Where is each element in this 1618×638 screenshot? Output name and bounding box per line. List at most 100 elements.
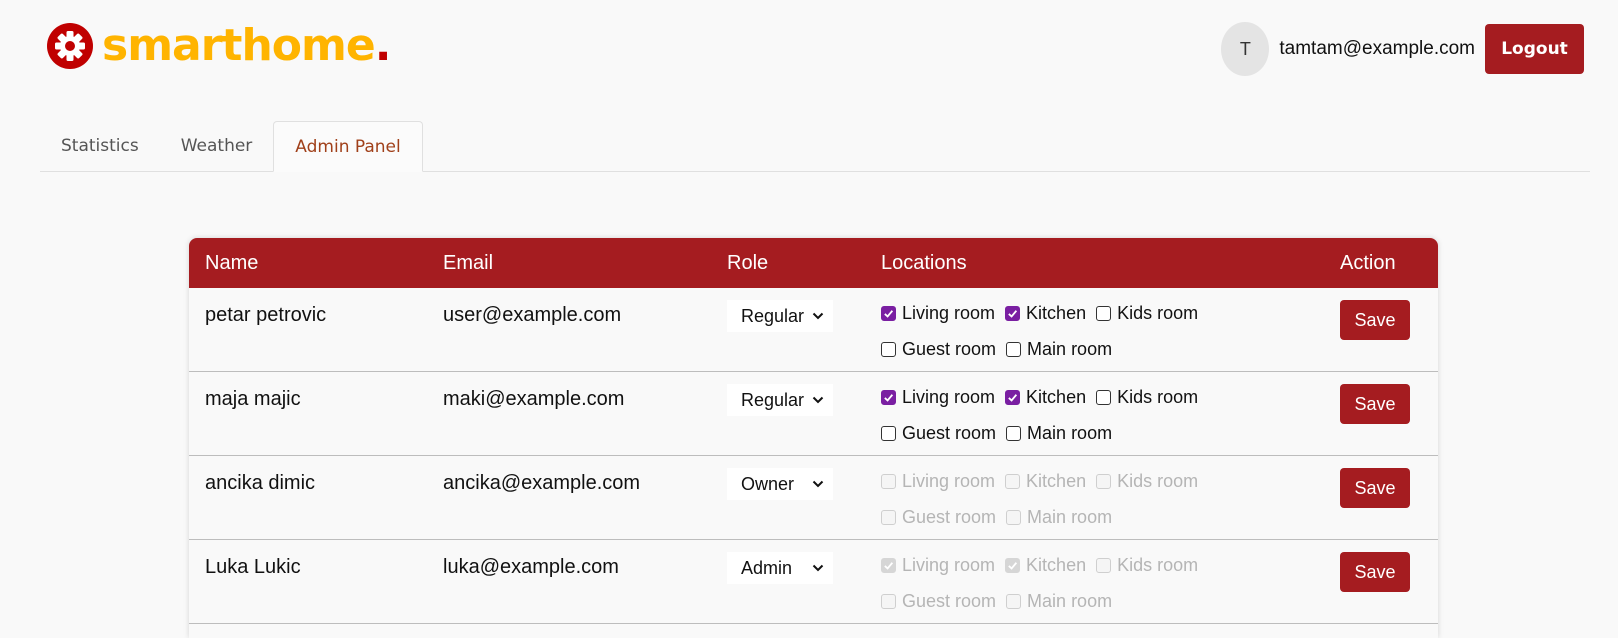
column-header-locations: Locations — [881, 252, 967, 274]
location-checkbox[interactable] — [1006, 509, 1022, 525]
chevron-down-icon — [812, 564, 824, 572]
location-option[interactable]: Main room — [1006, 339, 1112, 360]
tab-weather[interactable]: Weather — [160, 121, 274, 171]
location-option[interactable]: Kids room — [1096, 303, 1198, 324]
save-button[interactable]: Save — [1340, 384, 1410, 424]
user-area: T tamtam@example.com Logout — [1221, 22, 1584, 76]
save-button[interactable]: Save — [1340, 468, 1410, 508]
location-option[interactable]: Living room — [881, 471, 995, 492]
location-label: Living room — [902, 554, 996, 575]
table-row: Luka Lukic luka@example.com Admin Living… — [189, 540, 1438, 624]
tab-bar: Statistics Weather Admin Panel — [40, 121, 1590, 172]
location-option[interactable]: Living room — [881, 555, 995, 576]
role-value: Regular — [741, 389, 805, 410]
role-value: Admin — [741, 557, 793, 578]
location-option[interactable]: Kids room — [1096, 471, 1198, 492]
location-label: Living room — [902, 470, 996, 491]
location-option[interactable]: Kitchen — [1005, 471, 1086, 492]
location-checkbox[interactable] — [1006, 425, 1022, 441]
logo-wordmark: smarthome — [102, 20, 376, 71]
location-option[interactable]: Guest room — [881, 507, 996, 528]
logo-text: smarthome. — [102, 20, 392, 71]
column-header-name: Name — [205, 252, 259, 274]
locations-group: Living room Kitchen Kids room Guest room… — [881, 468, 1321, 540]
location-checkbox[interactable] — [1096, 305, 1112, 321]
location-option[interactable]: Living room — [881, 303, 995, 324]
location-option[interactable]: Main room — [1006, 423, 1112, 444]
role-select[interactable]: Regular — [727, 300, 833, 332]
location-checkbox[interactable] — [881, 557, 896, 573]
gear-icon — [47, 23, 93, 69]
location-label: Guest room — [902, 422, 997, 443]
location-checkbox[interactable] — [881, 389, 896, 405]
location-checkbox[interactable] — [881, 341, 896, 357]
location-option[interactable]: Guest room — [881, 339, 996, 360]
location-checkbox[interactable] — [1096, 473, 1112, 489]
chevron-down-icon — [812, 396, 824, 404]
location-label: Guest room — [902, 506, 997, 527]
location-option[interactable]: Guest room — [881, 423, 996, 444]
location-label: Main room — [1027, 338, 1113, 359]
location-checkbox[interactable] — [1005, 473, 1021, 489]
location-checkbox[interactable] — [881, 509, 896, 525]
header: smarthome. T tamtam@example.com Logout — [0, 0, 1618, 110]
location-option[interactable]: Kitchen — [1005, 387, 1086, 408]
location-label: Guest room — [902, 338, 997, 359]
locations-group: Living room Kitchen Kids room Guest room… — [881, 552, 1321, 624]
location-checkbox[interactable] — [1005, 389, 1021, 405]
location-option[interactable]: Kitchen — [1005, 555, 1086, 576]
role-select[interactable]: Owner — [727, 468, 833, 500]
location-option[interactable]: Kitchen — [1005, 303, 1086, 324]
tab-admin-panel[interactable]: Admin Panel — [273, 121, 423, 172]
save-button[interactable]: Save — [1340, 300, 1410, 340]
chevron-down-icon — [812, 480, 824, 488]
location-checkbox[interactable] — [1096, 389, 1112, 405]
tab-statistics[interactable]: Statistics — [40, 121, 160, 171]
location-label: Kitchen — [1026, 386, 1087, 407]
location-checkbox[interactable] — [881, 305, 896, 321]
location-checkbox[interactable] — [881, 473, 896, 489]
location-checkbox[interactable] — [1096, 557, 1112, 573]
location-label: Kids room — [1117, 386, 1199, 407]
column-header-role: Role — [727, 252, 769, 274]
location-checkbox[interactable] — [1006, 341, 1022, 357]
save-button[interactable]: Save — [1340, 552, 1410, 592]
role-select[interactable]: Admin — [727, 552, 833, 584]
user-name: ancika dimic — [205, 472, 316, 494]
user-name: Luka Lukic — [205, 556, 301, 578]
location-label: Kitchen — [1026, 302, 1087, 323]
location-option[interactable]: Main room — [1006, 591, 1112, 612]
location-checkbox[interactable] — [881, 593, 896, 609]
location-option[interactable]: Kids room — [1096, 387, 1198, 408]
table-row: petar petrovic user@example.com Regular … — [189, 288, 1438, 372]
locations-group: Living room Kitchen Kids room Guest room… — [881, 300, 1321, 372]
user-email-cell: maki@example.com — [443, 388, 625, 410]
logout-button[interactable]: Logout — [1485, 24, 1584, 74]
location-label: Guest room — [902, 590, 997, 611]
location-option[interactable]: Living room — [881, 387, 995, 408]
location-option[interactable]: Main room — [1006, 507, 1112, 528]
table-header: Name Email Role Locations Action — [189, 238, 1438, 288]
location-checkbox[interactable] — [1005, 557, 1021, 573]
users-table: Name Email Role Locations Action petar p… — [189, 238, 1438, 638]
user-email-cell: user@example.com — [443, 304, 622, 326]
location-label: Main room — [1027, 506, 1113, 527]
location-option[interactable]: Guest room — [881, 591, 996, 612]
location-label: Main room — [1027, 590, 1113, 611]
role-value: Regular — [741, 305, 805, 326]
avatar[interactable]: T — [1221, 22, 1270, 76]
location-label: Living room — [902, 302, 996, 323]
user-email-cell: luka@example.com — [443, 556, 619, 578]
logo[interactable]: smarthome. — [46, 20, 392, 71]
role-select[interactable]: Regular — [727, 384, 833, 416]
user-name: maja majic — [205, 388, 301, 410]
location-checkbox[interactable] — [1005, 305, 1021, 321]
location-label: Kids room — [1117, 554, 1199, 575]
location-checkbox[interactable] — [1006, 593, 1022, 609]
location-label: Main room — [1027, 422, 1113, 443]
logo-dot: . — [374, 20, 392, 71]
location-option[interactable]: Kids room — [1096, 555, 1198, 576]
location-checkbox[interactable] — [881, 425, 896, 441]
chevron-down-icon — [812, 312, 824, 320]
table-row: maja majic maki@example.com Regular Livi… — [189, 372, 1438, 456]
